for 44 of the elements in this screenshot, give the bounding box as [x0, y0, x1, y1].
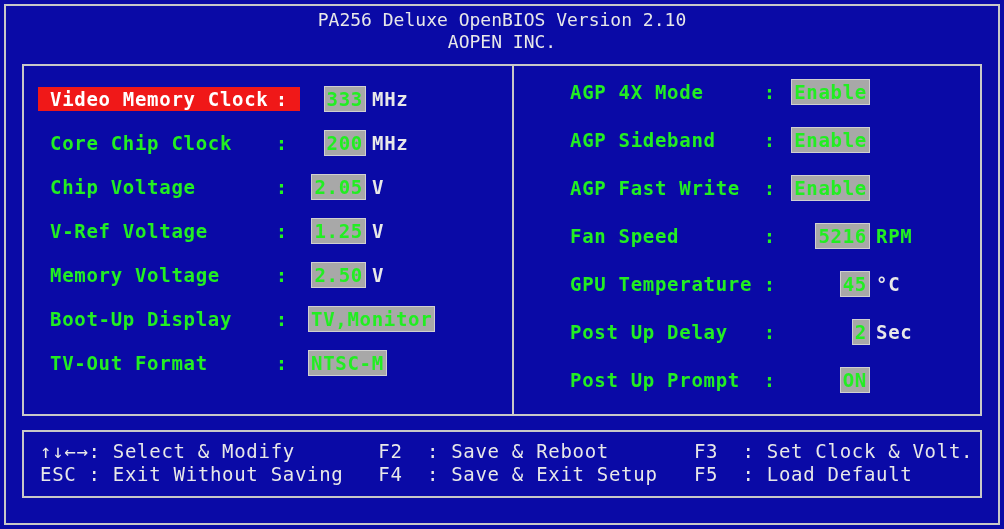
colon: :: [275, 87, 288, 111]
key-hint: F5 : Load Default: [693, 463, 914, 486]
setting-label[interactable]: Core Chip Clock: [50, 131, 276, 155]
setting-label[interactable]: Memory Voltage: [50, 263, 276, 287]
unit-label: V: [372, 219, 385, 243]
colon: :: [763, 176, 776, 200]
setting-label[interactable]: Post Up Delay: [570, 320, 764, 344]
key-hint: F2 : Save & Reboot: [378, 440, 610, 463]
colon: :: [763, 320, 776, 344]
setting-label[interactable]: TV-Out Format: [50, 351, 276, 375]
setting-label[interactable]: Video Memory Clock: [50, 87, 276, 111]
unit-label: RPM: [876, 224, 913, 248]
colon: :: [763, 80, 776, 104]
company-name: AOPEN INC.: [447, 31, 557, 53]
unit-label: Sec: [876, 320, 913, 344]
colon: :: [275, 351, 288, 375]
setting-label[interactable]: Chip Voltage: [50, 175, 276, 199]
colon: :: [275, 175, 288, 199]
unit-label: °C: [876, 272, 901, 296]
setting-label[interactable]: Post Up Prompt: [570, 368, 764, 392]
colon: :: [763, 128, 776, 152]
colon: :: [763, 272, 776, 296]
unit-label: V: [372, 175, 385, 199]
setting-label[interactable]: GPU Temperature: [570, 272, 764, 296]
key-hint: ↑↓←→: Select & Modify: [40, 440, 296, 463]
setting-label[interactable]: Boot-Up Display: [50, 307, 276, 331]
key-hint: ESC : Exit Without Saving: [40, 463, 345, 486]
setting-label[interactable]: AGP Fast Write: [570, 176, 764, 200]
key-hint: F3 : Set Clock & Volt.: [693, 440, 975, 463]
key-hint: F4 : Save & Exit Setup: [378, 463, 659, 486]
colon: :: [763, 368, 776, 392]
bios-title: PA256 Deluxe OpenBIOS Version 2.10: [317, 9, 687, 31]
setting-label[interactable]: AGP 4X Mode: [570, 80, 764, 104]
colon: :: [275, 219, 288, 243]
setting-label[interactable]: V-Ref Voltage: [50, 219, 276, 243]
colon: :: [275, 131, 288, 155]
colon: :: [763, 224, 776, 248]
unit-label: MHz: [372, 131, 409, 155]
colon: :: [275, 307, 288, 331]
unit-label: MHz: [372, 87, 409, 111]
colon: :: [275, 263, 288, 287]
setting-label[interactable]: Fan Speed: [570, 224, 764, 248]
setting-label[interactable]: AGP Sideband: [570, 128, 764, 152]
unit-label: V: [372, 263, 385, 287]
